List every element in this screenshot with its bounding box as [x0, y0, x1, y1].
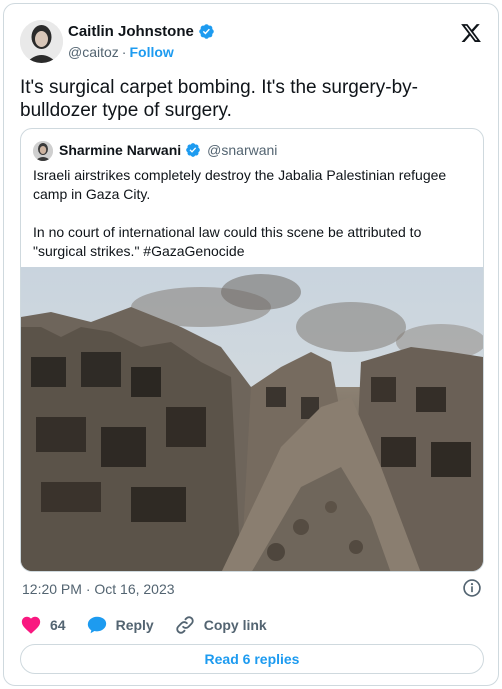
tweet-text: It's surgical carpet bombing. It's the s…	[20, 77, 418, 121]
author-name-row: Caitlin Johnstone	[68, 23, 215, 40]
action-bar: 64 Reply Copy link	[20, 614, 287, 636]
author-avatar[interactable]	[20, 20, 63, 63]
quoted-tweet[interactable]: Sharmine Narwani @snarwani Israeli airst…	[20, 128, 484, 572]
quoted-paragraph-2: In no court of international law could t…	[33, 224, 422, 259]
like-count: 64	[50, 617, 66, 633]
verified-badge-icon	[199, 24, 214, 39]
copy-link-button[interactable]: Copy link	[174, 614, 267, 636]
separator-dot: ·	[121, 44, 127, 60]
copy-link-label: Copy link	[203, 617, 267, 633]
like-button[interactable]: 64	[20, 614, 66, 636]
x-logo-icon[interactable]	[460, 22, 482, 44]
quoted-author-avatar	[33, 141, 53, 161]
author-handle[interactable]: @caitoz	[68, 44, 119, 60]
author-name[interactable]: Caitlin Johnstone	[68, 23, 194, 40]
link-icon	[176, 616, 194, 634]
reply-label: Reply	[115, 617, 154, 633]
quoted-author-name: Sharmine Narwani	[59, 142, 182, 158]
heart-icon	[21, 616, 41, 634]
verified-badge-icon	[186, 143, 200, 157]
quoted-text: Israeli airstrikes completely destroy th…	[33, 166, 473, 261]
quoted-photo[interactable]	[21, 267, 483, 571]
author-handle-row: @caitoz · Follow	[68, 44, 174, 60]
reply-bubble-icon	[87, 616, 106, 634]
info-icon[interactable]	[462, 578, 482, 598]
tweet-card: Caitlin Johnstone @caitoz · Follow It's su…	[3, 3, 499, 686]
tweet-timestamp[interactable]: 12:20 PM · Oct 16, 2023	[22, 581, 175, 597]
quoted-author-row: Sharmine Narwani @snarwani	[59, 142, 277, 158]
quoted-paragraph-1: Israeli airstrikes completely destroy th…	[33, 167, 447, 202]
reply-button[interactable]: Reply	[86, 614, 154, 636]
quoted-author-handle: @snarwani	[207, 142, 278, 158]
follow-link[interactable]: Follow	[129, 44, 173, 60]
read-replies-button[interactable]: Read 6 replies	[20, 644, 484, 674]
